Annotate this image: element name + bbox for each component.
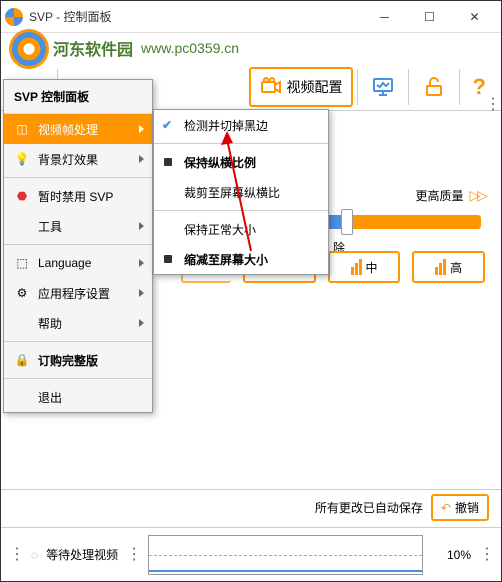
bullet-icon xyxy=(164,255,172,263)
submenu-detect-crop-black[interactable]: ✔ 检测并切掉黑边 xyxy=(154,110,328,140)
perf-graph xyxy=(148,535,423,575)
check-icon: ✔ xyxy=(162,118,172,132)
submenu-shrink-to-screen[interactable]: 缩减至屏幕大小 xyxy=(154,244,328,274)
bulb-icon: 💡 xyxy=(14,151,30,167)
crop-icon: ◫ xyxy=(14,121,30,137)
watermark: 河东软件园 www.pc0359.cn xyxy=(1,33,501,63)
menu-video-frame-processing[interactable]: ◫ 视频帧处理 xyxy=(4,114,152,144)
menu-help[interactable]: 帮助 xyxy=(4,308,152,338)
lock-icon: 🔒 xyxy=(14,352,30,368)
titlebar: SVP - 控制面板 ─ ☐ ✕ xyxy=(1,1,501,33)
menu-header: SVP 控制面板 xyxy=(4,80,152,114)
context-menu: SVP 控制面板 ◫ 视频帧处理 💡 背景灯效果 ⬣ 暂时禁用 SVP 工具 ⬚… xyxy=(3,79,153,413)
submenu-video-frame: ✔ 检测并切掉黑边 保持纵横比例 裁剪至屏幕纵横比 保持正常大小 缩减至屏幕大小 xyxy=(153,109,329,275)
unlock-button[interactable] xyxy=(413,67,455,107)
submenu-crop-to-screen[interactable]: 裁剪至屏幕纵横比 xyxy=(154,177,328,207)
gear-icon: ⚙ xyxy=(14,285,30,301)
chip-mid[interactable]: 中 xyxy=(328,251,401,283)
unlock-icon xyxy=(422,75,446,99)
quality-label: 更高质量 xyxy=(415,187,463,204)
video-config-button[interactable]: 视频配置 xyxy=(249,67,353,107)
app-logo-icon xyxy=(5,8,23,26)
footer-autosave: 所有更改已自动保存 ↶ 撤销 xyxy=(1,489,501,525)
camera-icon xyxy=(259,75,283,99)
menu-ambient-light[interactable]: 💡 背景灯效果 xyxy=(4,144,152,174)
percent-label: 10% xyxy=(431,548,471,562)
spinner-icon: ◌ xyxy=(31,548,38,562)
watermark-name: 河东软件园 xyxy=(53,36,133,60)
submenu-keep-normal-size[interactable]: 保持正常大小 xyxy=(154,214,328,244)
language-icon: ⬚ xyxy=(14,255,30,271)
menu-tools[interactable]: 工具 xyxy=(4,211,152,241)
menu-app-settings[interactable]: ⚙ 应用程序设置 xyxy=(4,278,152,308)
bars-high-icon xyxy=(435,259,446,275)
chip-high[interactable]: 高 xyxy=(412,251,485,283)
submenu-keep-aspect[interactable]: 保持纵横比例 xyxy=(154,147,328,177)
bullet-icon xyxy=(164,158,172,166)
more-icon[interactable]: ⋮ xyxy=(485,100,499,110)
video-config-label: 视频配置 xyxy=(287,77,343,97)
menu-language[interactable]: ⬚ Language xyxy=(4,248,152,278)
menu-exit[interactable]: 退出 xyxy=(4,382,152,412)
menu-buy-full[interactable]: 🔒 订购完整版 xyxy=(4,345,152,375)
question-icon: ? xyxy=(473,74,486,100)
monitor-button[interactable] xyxy=(362,67,404,107)
status-dots-icon: ⋮ xyxy=(9,550,23,560)
slider-thumb[interactable] xyxy=(341,209,353,235)
menu-disable-svp[interactable]: ⬣ 暂时禁用 SVP xyxy=(4,181,152,211)
status-bar: ⋮ ◌ 等待处理视频 ⋮ 10% ⋮ xyxy=(1,527,501,581)
window-title: SVP - 控制面板 xyxy=(29,8,362,25)
undo-button[interactable]: ↶ 撤销 xyxy=(431,494,489,521)
maximize-button[interactable]: ☐ xyxy=(407,2,452,32)
status-dots3-icon: ⋮ xyxy=(479,550,493,560)
minimize-button[interactable]: ─ xyxy=(362,2,407,32)
watermark-logo-icon xyxy=(9,29,49,69)
bars-mid-icon xyxy=(351,259,362,275)
stop-icon: ⬣ xyxy=(14,188,30,204)
status-dots2-icon: ⋮ xyxy=(126,550,140,560)
monitor-icon xyxy=(371,75,395,99)
status-text: 等待处理视频 xyxy=(46,546,118,563)
autosave-label: 所有更改已自动保存 xyxy=(315,499,423,516)
close-button[interactable]: ✕ xyxy=(452,2,497,32)
fast-forward-icon: ▷▷ xyxy=(469,187,485,204)
watermark-url: www.pc0359.cn xyxy=(141,40,239,56)
undo-icon: ↶ xyxy=(441,501,451,515)
